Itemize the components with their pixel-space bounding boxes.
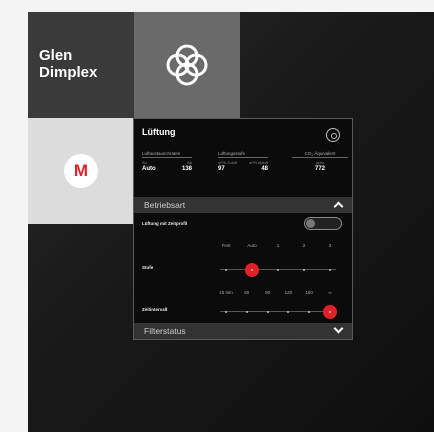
stufe-tick-dot [329, 268, 331, 271]
stufe-tick-label: 3 [328, 243, 332, 248]
stat-value: 772 [314, 166, 325, 172]
stat-co2: CO₂ Äquivalent ppm 772 [292, 151, 348, 172]
stufe-tick-label: 2 [302, 243, 306, 248]
section-label: Filterstatus [144, 326, 186, 336]
stufe-label: Stufe [142, 265, 154, 270]
stufe-tick-labels: Fest Auto 1 2 3 [134, 243, 354, 251]
panel-title: Lüftung [142, 127, 176, 137]
stat-heading: Lüftungsstufe [218, 151, 268, 158]
stufe-tick-dot [225, 268, 227, 271]
stufe-tick-label: Fest [221, 243, 231, 248]
section-betriebsart[interactable]: Betriebsart [134, 197, 352, 213]
stat-value: 97 [218, 166, 225, 172]
zeitintervall-label: Zeitintervall [142, 307, 168, 312]
brand-name-line2: Dimplex [39, 64, 98, 81]
stat-heading: Luftaustauschraten [142, 151, 192, 158]
zeitintervall-tick-label: ∞ [328, 290, 332, 295]
stat-sub: Zu [142, 160, 147, 165]
stat-sub: ppm [316, 160, 324, 165]
brand-name-line1: Glen [39, 47, 73, 64]
stats-row: Luftaustauschraten Zu Ab Auto 138 Lüftungs… [142, 151, 348, 177]
zeitintervall-tick-dot [329, 310, 331, 313]
brand-tile: Glen Dimplex [28, 12, 134, 118]
mode-letter: M [73, 161, 89, 180]
zeitintervall-tick-dot [225, 310, 227, 313]
zeitprofil-toggle[interactable] [304, 217, 342, 230]
stufe-tick-dot [277, 268, 279, 271]
power-icon[interactable] [326, 128, 340, 142]
stat-value: 138 [181, 166, 192, 172]
stat-value: Auto [142, 166, 156, 172]
stat-luftaustausch: Luftaustauschraten Zu Ab Auto 138 [142, 151, 192, 172]
mode-badge: M [64, 154, 98, 188]
zeitintervall-tick-label: 60 [244, 290, 250, 295]
stat-sub: Ab [187, 160, 192, 165]
stufe-tick-label: Auto [247, 243, 257, 248]
zeitintervall-tick-label: 90 [265, 290, 271, 295]
stat-sub: m³/h Zuluft [218, 160, 238, 165]
stat-value: 48 [261, 166, 268, 172]
stufe-tick-dot [303, 268, 305, 271]
zeitintervall-tick-label: 180 [305, 290, 313, 295]
logo-tile[interactable] [134, 12, 240, 118]
zeitintervall-track[interactable] [220, 311, 336, 312]
toggle-knob [306, 219, 315, 228]
zeitintervall-tick-label: 15 min [219, 290, 233, 295]
zeitintervall-tick-dot [245, 310, 248, 313]
zeitintervall-tick-dot [266, 310, 269, 313]
stat-heading: CO₂ Äquivalent [292, 151, 348, 158]
chevron-up-icon [333, 201, 344, 212]
section-filterstatus[interactable]: Filterstatus [134, 323, 352, 339]
knot-logo-icon [166, 44, 208, 86]
stat-sub: m³/h Abluft [248, 160, 268, 165]
mode-tile[interactable]: M [28, 118, 134, 224]
section-label: Betriebsart [144, 200, 186, 210]
app-screen: Glen Dimplex M Lüftung Luftaustauschrate… [28, 12, 434, 432]
ventilation-panel: Lüftung Luftaustauschraten Zu Ab Auto 138 … [133, 118, 353, 340]
stat-lueftungsstufe: Lüftungsstufe m³/h Zuluft m³/h Abluft 97 4… [218, 151, 268, 172]
stufe-tick-dot [251, 268, 253, 271]
zeitintervall-tick-dot [308, 310, 311, 313]
chevron-down-icon [333, 323, 344, 334]
stufe-tick-label: 1 [276, 243, 280, 248]
zeitintervall-tick-labels: 15 min 60 90 120 180 ∞ [134, 290, 354, 298]
zeitprofil-label: Lüftung mit Zeitprofil [142, 221, 188, 226]
zeitintervall-tick-label: 120 [284, 290, 293, 295]
